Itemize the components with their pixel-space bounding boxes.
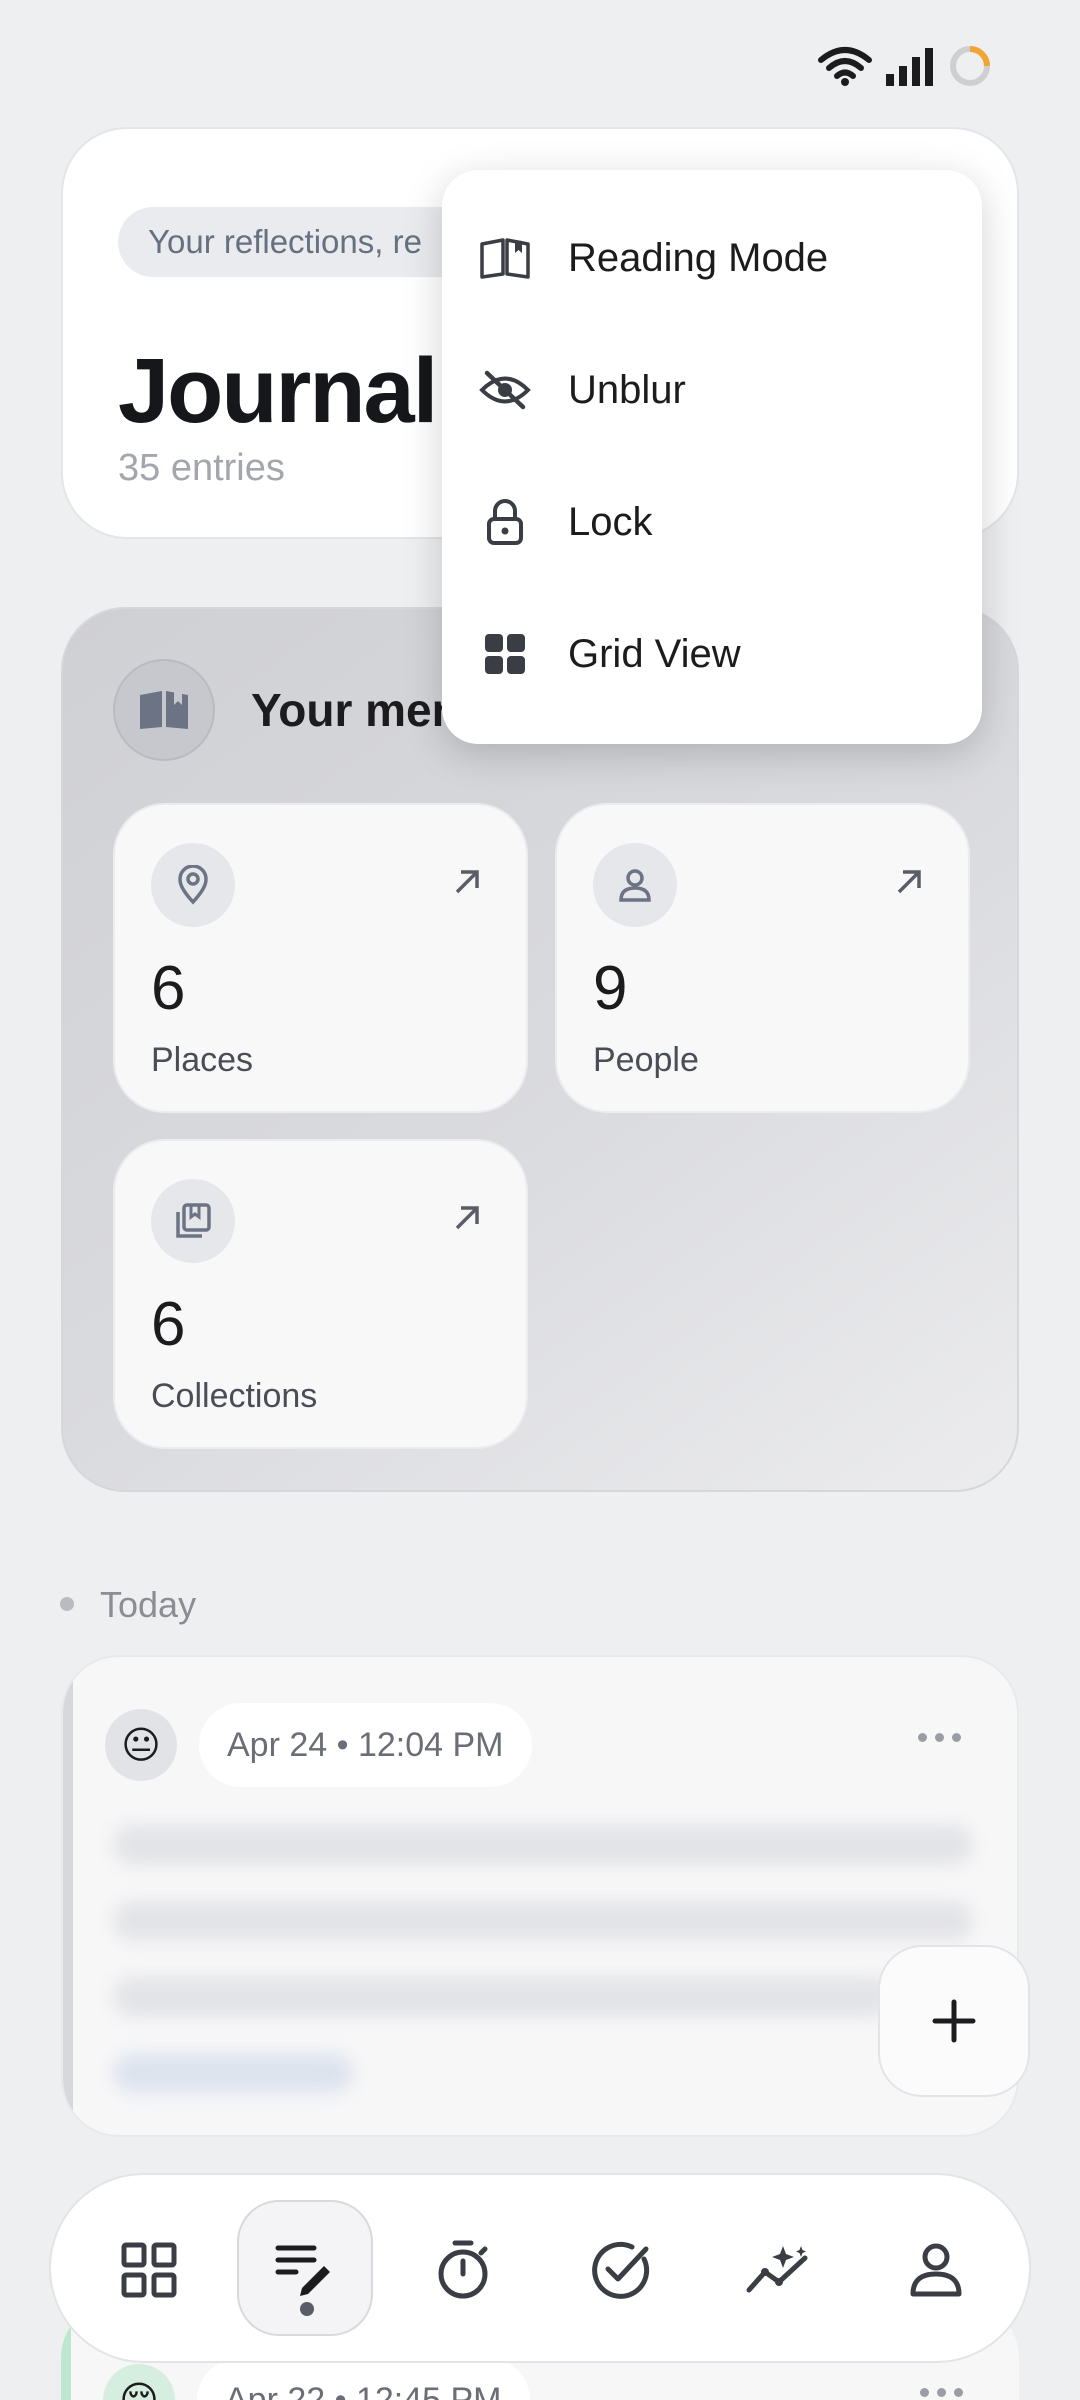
eye-off-icon xyxy=(478,366,532,414)
arrow-up-right-icon xyxy=(894,867,924,902)
tile-label: Places xyxy=(151,1041,254,1079)
tile-count: 6 xyxy=(151,954,186,1023)
memories-title: Your men xyxy=(251,684,460,736)
book-open-icon xyxy=(113,659,215,761)
collections-icon xyxy=(151,1179,235,1263)
check-circle-icon xyxy=(592,2241,650,2299)
arrow-up-right-icon xyxy=(452,1203,482,1238)
more-options-icon[interactable] xyxy=(920,2388,963,2397)
mood-emoji: 😌 xyxy=(103,2364,175,2400)
menu-item-reading-mode[interactable]: Reading Mode xyxy=(442,192,982,324)
blurred-tag xyxy=(113,2053,353,2093)
add-entry-button[interactable] xyxy=(878,1945,1030,2097)
status-bar xyxy=(818,44,992,88)
memory-tile-collections[interactable]: 6 Collections xyxy=(113,1139,528,1449)
overflow-menu: Reading Mode Unblur Lock Grid View xyxy=(442,170,982,744)
menu-item-unblur[interactable]: Unblur xyxy=(442,324,982,456)
blurred-text-line xyxy=(113,1825,973,1865)
menu-item-label: Reading Mode xyxy=(568,235,829,280)
mood-emoji: 😐 xyxy=(105,1709,177,1781)
active-indicator xyxy=(300,2302,314,2316)
nav-dashboard[interactable] xyxy=(84,2175,214,2365)
stopwatch-icon xyxy=(438,2240,488,2299)
blurred-text-line xyxy=(113,1977,893,2017)
memory-tile-people[interactable]: 9 People xyxy=(555,803,970,1113)
edit-list-icon xyxy=(275,2245,330,2296)
battery-ring-icon xyxy=(950,46,990,86)
tile-count: 6 xyxy=(151,1290,186,1359)
nav-profile[interactable] xyxy=(871,2175,1001,2365)
wifi-icon xyxy=(818,47,872,86)
more-options-icon[interactable] xyxy=(918,1733,961,1742)
plus-icon xyxy=(932,1999,976,2043)
map-pin-icon xyxy=(151,843,235,927)
person-icon xyxy=(910,2243,962,2297)
book-open-icon xyxy=(478,234,532,282)
journal-screen: Your reflections, re Journal 35 entries … xyxy=(0,0,1080,2400)
nav-insights[interactable] xyxy=(713,2175,843,2365)
tile-count: 9 xyxy=(593,954,628,1023)
entry-date-pill: Apr 24 • 12:04 PM xyxy=(199,1703,532,1787)
nav-timer[interactable] xyxy=(398,2175,528,2365)
tile-label: People xyxy=(593,1041,699,1079)
menu-item-lock[interactable]: Lock xyxy=(442,456,982,588)
entry-count: 35 entries xyxy=(118,447,285,489)
menu-item-label: Unblur xyxy=(568,367,686,412)
signal-icon xyxy=(886,48,933,86)
page-title: Journal xyxy=(118,340,438,442)
sparkle-chart-icon xyxy=(746,2246,808,2293)
section-dot xyxy=(60,1597,74,1611)
memory-tile-places[interactable]: 6 Places xyxy=(113,803,528,1113)
lock-icon xyxy=(478,498,532,546)
nav-tasks[interactable] xyxy=(556,2175,686,2365)
menu-item-label: Lock xyxy=(568,499,653,544)
section-label-today: Today xyxy=(100,1584,197,1625)
grid-icon xyxy=(121,2242,177,2298)
journal-entry-card[interactable]: 😐 Apr 24 • 12:04 PM xyxy=(61,1655,1019,2137)
person-icon xyxy=(593,843,677,927)
menu-item-grid-view[interactable]: Grid View xyxy=(442,588,982,720)
tile-label: Collections xyxy=(151,1377,318,1415)
grid-icon xyxy=(478,630,532,678)
menu-item-label: Grid View xyxy=(568,631,741,676)
arrow-up-right-icon xyxy=(452,867,482,902)
bottom-navigation xyxy=(49,2173,1031,2363)
nav-journal[interactable] xyxy=(237,2200,373,2336)
blurred-text-line xyxy=(113,1901,973,1941)
